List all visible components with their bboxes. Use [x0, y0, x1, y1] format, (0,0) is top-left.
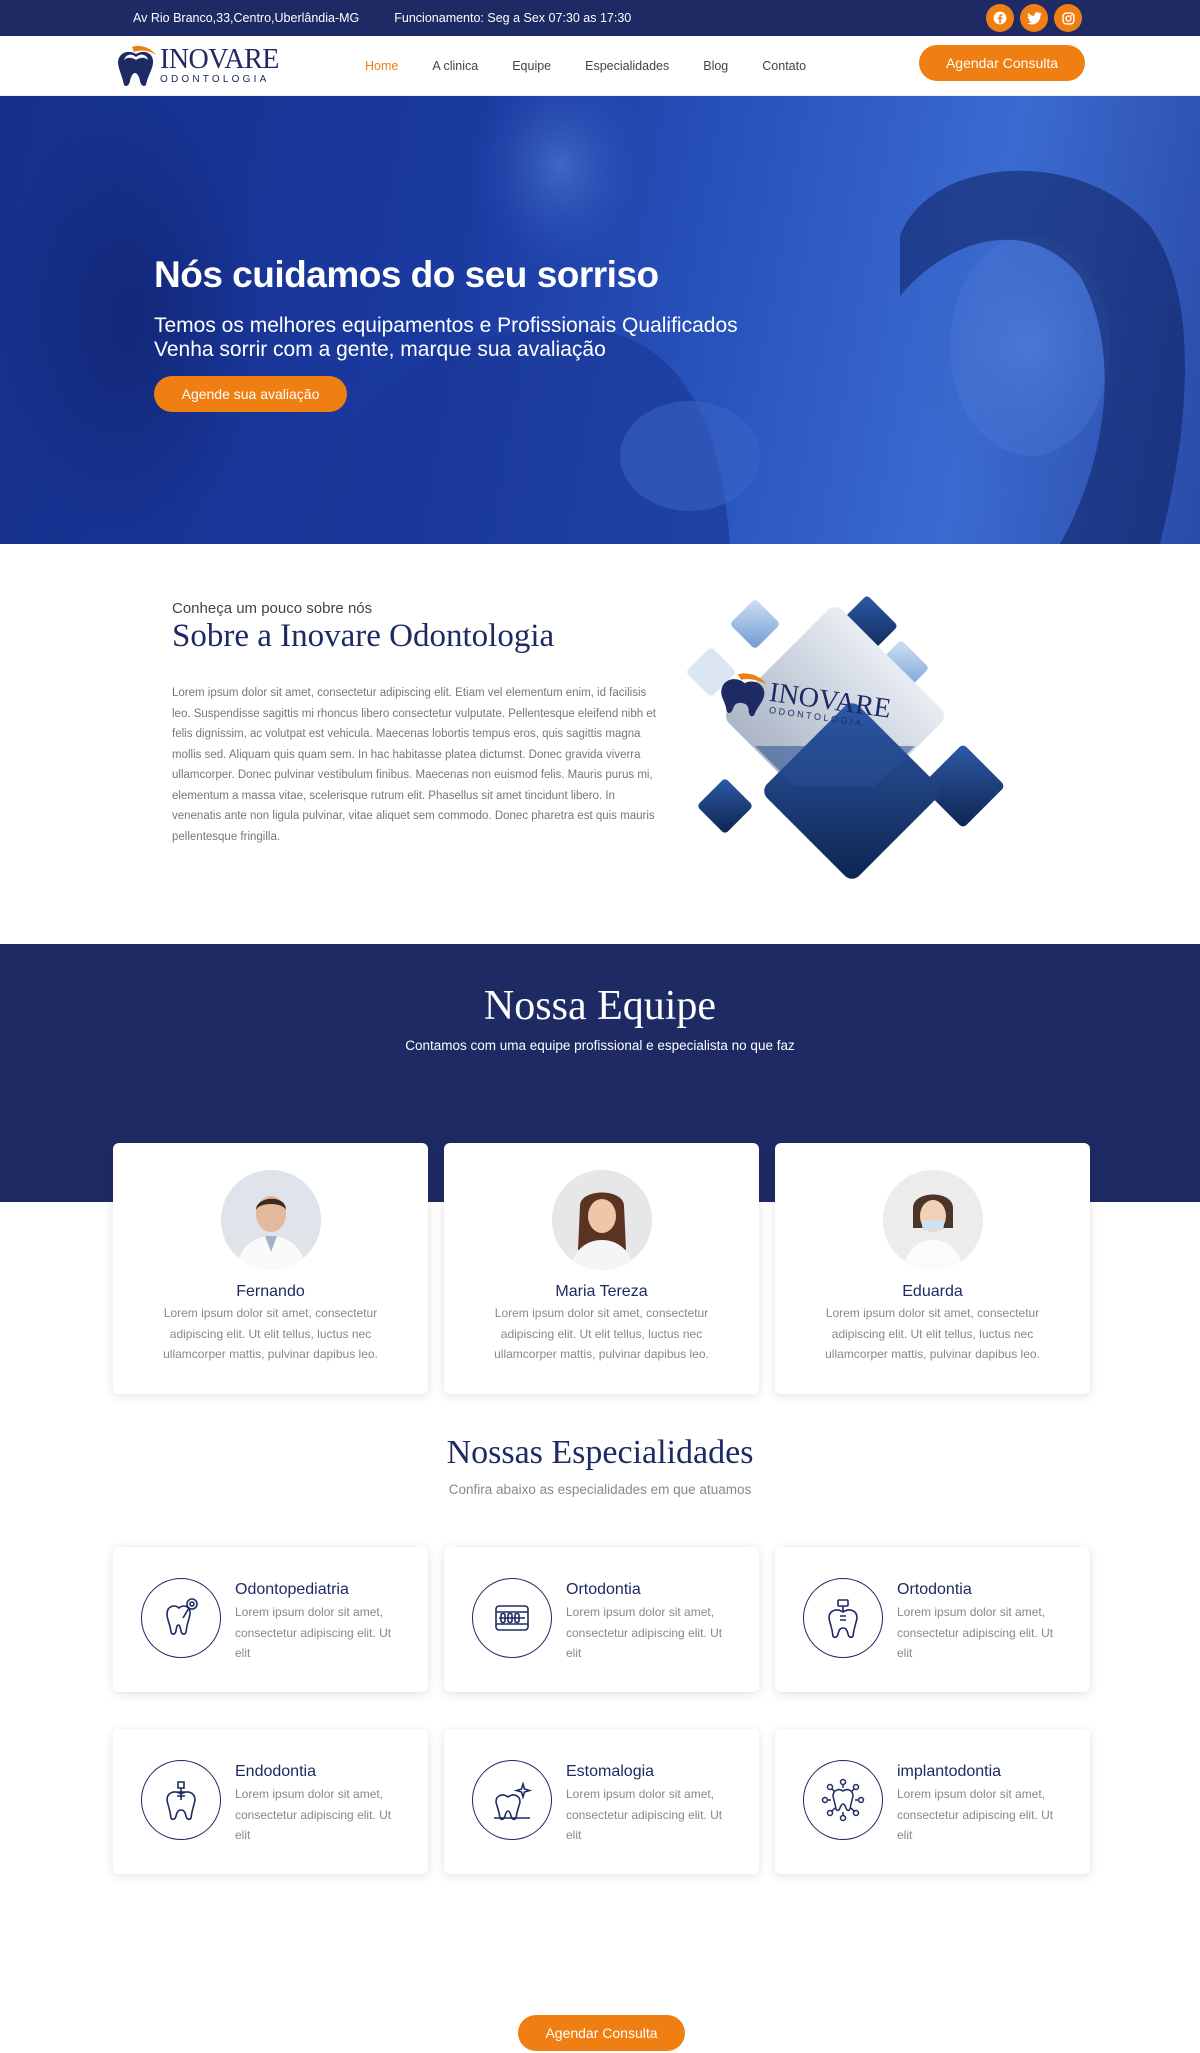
schedule-button-bottom[interactable]: Agendar Consulta: [518, 2015, 685, 2051]
team-section: Nossa Equipe Contamos com uma equipe pro…: [0, 944, 1200, 1394]
clock-icon: [373, 11, 387, 25]
brand-logo[interactable]: INOVARE ODONTOLOGIA: [112, 43, 287, 89]
specialty-card-implantodontia[interactable]: implantodontia Lorem ipsum dolor sit ame…: [775, 1729, 1090, 1874]
member-name: Eduarda: [902, 1283, 963, 1300]
specialty-description: Lorem ipsum dolor sit amet, consectetur …: [235, 1605, 392, 1660]
specialty-title: Ortodontia: [566, 1581, 641, 1598]
brand-name: INOVARE: [160, 44, 279, 75]
tooth-logo-icon: [112, 43, 158, 89]
hero-cta-button[interactable]: Agende sua avaliação: [154, 376, 347, 412]
tooth-network-icon: [803, 1760, 883, 1840]
location-pin-icon: [112, 11, 126, 25]
tooth-root-icon: [141, 1760, 221, 1840]
specialty-title: Odontopediatria: [235, 1581, 349, 1598]
team-subtitle: Contamos com uma equipe profissional e e…: [405, 1038, 795, 1053]
hero-banner: Nós cuidamos do seu sorriso Temos os mel…: [0, 96, 1200, 544]
team-card-fernando[interactable]: Fernando Lorem ipsum dolor sit amet, con…: [113, 1143, 428, 1394]
about-title: Sobre a Inovare Odontologia: [172, 618, 555, 654]
specialty-title: Ortodontia: [897, 1581, 972, 1598]
nav-item-contato[interactable]: Contato: [762, 59, 806, 73]
member-description: Lorem ipsum dolor sit amet, consectetur …: [163, 1306, 378, 1361]
address-info: Av Rio Branco,33,Centro,Uberlândia-MG: [112, 11, 359, 25]
nav-item-equipe[interactable]: Equipe: [512, 59, 551, 73]
team-title: Nossa Equipe: [483, 983, 717, 1029]
clinic-building-collage: INOVARE ODONTOLOGIA: [687, 596, 1004, 879]
hours-text: Funcionamento: Seg a Sex 07:30 as 17:30: [394, 11, 632, 25]
nav-item-home[interactable]: Home: [365, 59, 398, 73]
specialty-title: implantodontia: [897, 1763, 1002, 1780]
nav-item-clinica[interactable]: A clinica: [432, 59, 478, 73]
nav-item-blog[interactable]: Blog: [703, 59, 728, 73]
main-navigation: INOVARE ODONTOLOGIA Home A clinica Equip…: [0, 36, 1200, 96]
avatar: [551, 1170, 652, 1270]
member-name: Maria Tereza: [555, 1283, 648, 1300]
hero-line-1: Temos os melhores equipamentos e Profiss…: [154, 314, 738, 337]
shining-tooth-icon: [472, 1760, 552, 1840]
team-card-maria-tereza[interactable]: Maria Tereza Lorem ipsum dolor sit amet,…: [444, 1143, 759, 1394]
brand-subtitle: ODONTOLOGIA: [160, 74, 270, 85]
specialties-section: Nossas Especialidades Confira abaixo as …: [0, 1394, 1200, 2053]
social-links: [986, 4, 1082, 32]
specialty-card-ortodontia-1[interactable]: Ortodontia Lorem ipsum dolor sit amet, c…: [444, 1547, 759, 1692]
about-kicker: Conheça um pouco sobre nós: [172, 600, 373, 617]
address-text: Av Rio Branco,33,Centro,Uberlândia-MG: [133, 11, 360, 25]
member-name: Fernando: [236, 1283, 305, 1300]
specialty-description: Lorem ipsum dolor sit amet, consectetur …: [235, 1787, 392, 1842]
specialty-card-endodontia[interactable]: Endodontia Lorem ipsum dolor sit amet, c…: [113, 1729, 428, 1874]
facebook-icon[interactable]: [986, 4, 1014, 32]
specialty-card-odontopediatria[interactable]: Odontopediatria Lorem ipsum dolor sit am…: [113, 1547, 428, 1692]
about-body: Lorem ipsum dolor sit amet, consectetur …: [172, 687, 656, 843]
schedule-button[interactable]: Agendar Consulta: [919, 45, 1085, 81]
specialty-description: Lorem ipsum dolor sit amet, consectetur …: [897, 1605, 1054, 1660]
tooth-implant-icon: [803, 1578, 883, 1658]
specialty-description: Lorem ipsum dolor sit amet, consectetur …: [897, 1787, 1054, 1842]
specialty-card-ortodontia-2[interactable]: Ortodontia Lorem ipsum dolor sit amet, c…: [775, 1547, 1090, 1692]
instagram-icon[interactable]: [1054, 4, 1082, 32]
child-tooth-icon: [141, 1578, 221, 1658]
top-info-bar: Av Rio Branco,33,Centro,Uberlândia-MG Fu…: [0, 0, 1200, 36]
member-description: Lorem ipsum dolor sit amet, consectetur …: [825, 1306, 1040, 1361]
member-description: Lorem ipsum dolor sit amet, consectetur …: [494, 1306, 709, 1361]
team-card-eduarda[interactable]: Eduarda Lorem ipsum dolor sit amet, cons…: [775, 1143, 1090, 1394]
specialty-title: Estomalogia: [566, 1763, 655, 1780]
avatar: [220, 1170, 321, 1270]
specialty-card-estomalogia[interactable]: Estomalogia Lorem ipsum dolor sit amet, …: [444, 1729, 759, 1874]
hero-title: Nós cuidamos do seu sorriso: [154, 254, 659, 295]
specialties-title: Nossas Especialidades: [446, 1434, 754, 1471]
hero-content: Nós cuidamos do seu sorriso Temos os mel…: [154, 254, 738, 412]
braces-icon: [472, 1578, 552, 1658]
specialty-description: Lorem ipsum dolor sit amet, consectetur …: [566, 1787, 723, 1842]
specialties-subtitle: Confira abaixo as especialidades em que …: [448, 1482, 752, 1497]
twitter-icon[interactable]: [1020, 4, 1048, 32]
hero-line-2: Venha sorrir com a gente, marque sua ava…: [154, 338, 606, 361]
hours-info: Funcionamento: Seg a Sex 07:30 as 17:30: [373, 11, 631, 25]
specialty-description: Lorem ipsum dolor sit amet, consectetur …: [566, 1605, 723, 1660]
specialty-title: Endodontia: [235, 1763, 316, 1780]
nav-menu: Home A clinica Equipe Especialidades Blo…: [365, 59, 806, 73]
nav-item-especialidades[interactable]: Especialidades: [585, 59, 669, 73]
avatar: [882, 1170, 983, 1270]
about-section: Conheça um pouco sobre nós Sobre a Inova…: [0, 544, 1200, 944]
